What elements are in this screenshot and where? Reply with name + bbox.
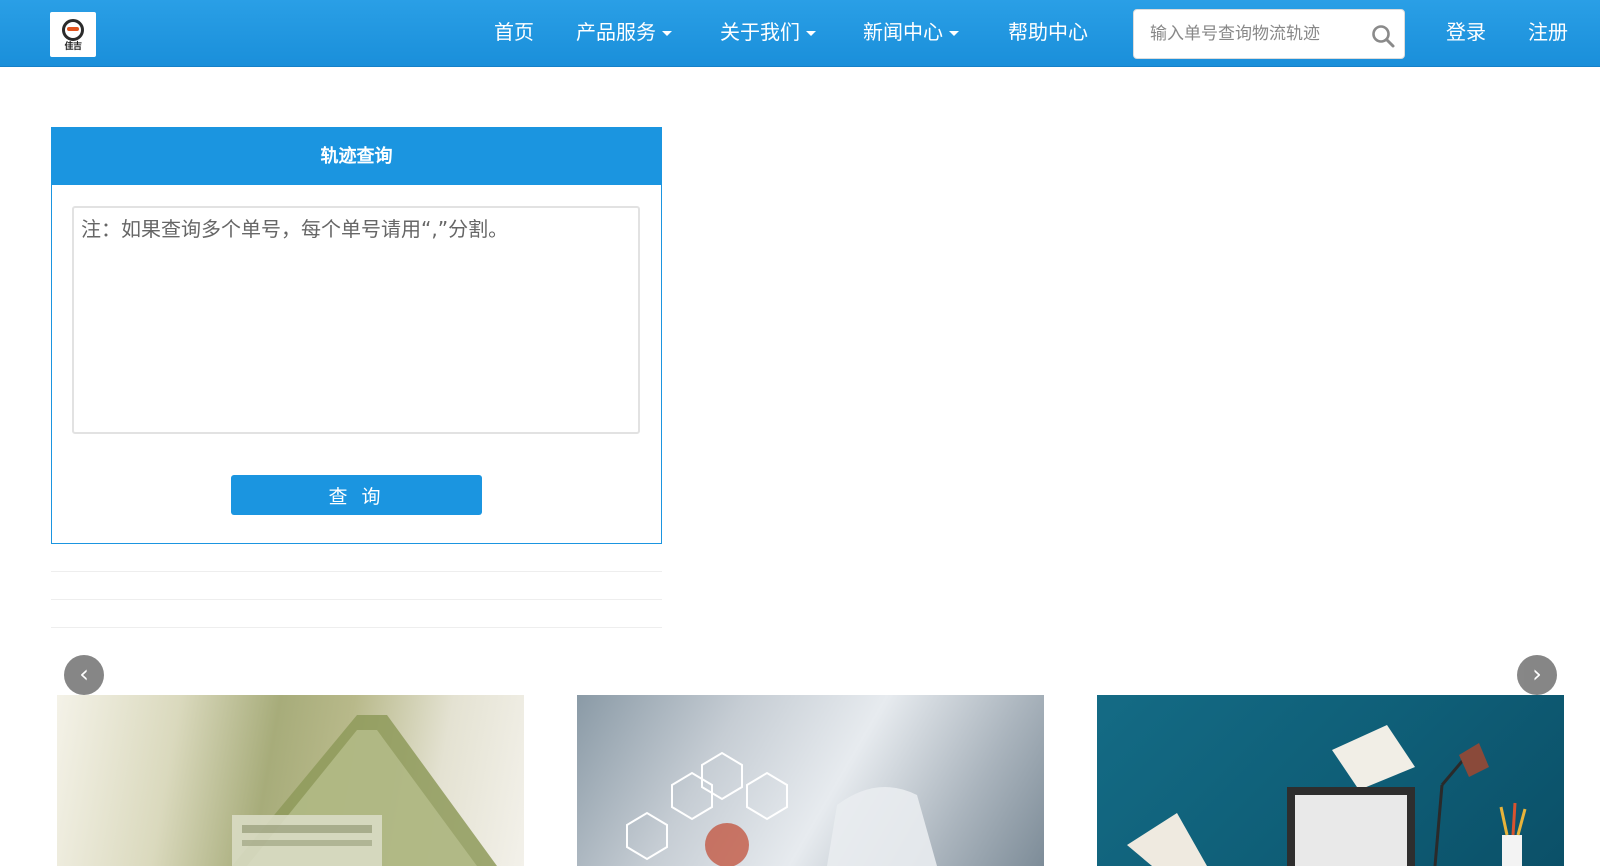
track-query-panel: 轨迹查询 查 询	[51, 127, 662, 544]
tracking-numbers-textarea[interactable]	[72, 206, 640, 434]
tracking-search-box	[1133, 9, 1405, 59]
nav-home[interactable]: 首页	[494, 0, 534, 64]
logo-mark	[62, 19, 84, 41]
nav-products-label: 产品服务	[576, 20, 656, 44]
nav-products-dropdown[interactable]: 产品服务	[576, 0, 672, 64]
carousel-next-button[interactable]: ›	[1517, 655, 1557, 695]
login-link[interactable]: 登录	[1446, 0, 1486, 64]
caret-down-icon	[806, 31, 816, 36]
carousel-slide-medical-tech[interactable]	[577, 695, 1044, 866]
search-icon[interactable]	[1370, 23, 1396, 49]
top-navbar: 佳吉 首页 产品服务 关于我们 新闻中心 帮助中心 登录 注册	[0, 0, 1600, 67]
nav-news-dropdown[interactable]: 新闻中心	[863, 0, 959, 64]
site-logo[interactable]: 佳吉	[50, 12, 96, 57]
caret-down-icon	[949, 31, 959, 36]
carousel-slide-desk-laptop[interactable]	[1097, 695, 1564, 866]
divider	[51, 599, 662, 600]
carousel-slide-money-house[interactable]	[57, 695, 524, 866]
panel-title: 轨迹查询	[52, 128, 661, 185]
logo-text: 佳吉	[64, 42, 82, 52]
nav-help-label: 帮助中心	[1008, 20, 1088, 44]
divider	[51, 627, 662, 628]
query-button[interactable]: 查 询	[231, 475, 482, 515]
medical-tech-image	[626, 751, 937, 866]
money-house-image	[232, 715, 497, 866]
carousel-prev-button[interactable]: ‹	[64, 655, 104, 695]
register-label: 注册	[1528, 20, 1568, 44]
nav-home-label: 首页	[494, 20, 534, 44]
nav-about-dropdown[interactable]: 关于我们	[720, 0, 816, 64]
nav-news-label: 新闻中心	[863, 20, 943, 44]
caret-down-icon	[662, 31, 672, 36]
tracking-search-input[interactable]	[1134, 10, 1360, 58]
nav-help[interactable]: 帮助中心	[1008, 0, 1088, 64]
divider	[51, 571, 662, 572]
register-link[interactable]: 注册	[1528, 0, 1568, 64]
desk-laptop-image	[1127, 725, 1527, 866]
login-label: 登录	[1446, 20, 1486, 44]
nav-about-label: 关于我们	[720, 20, 800, 44]
